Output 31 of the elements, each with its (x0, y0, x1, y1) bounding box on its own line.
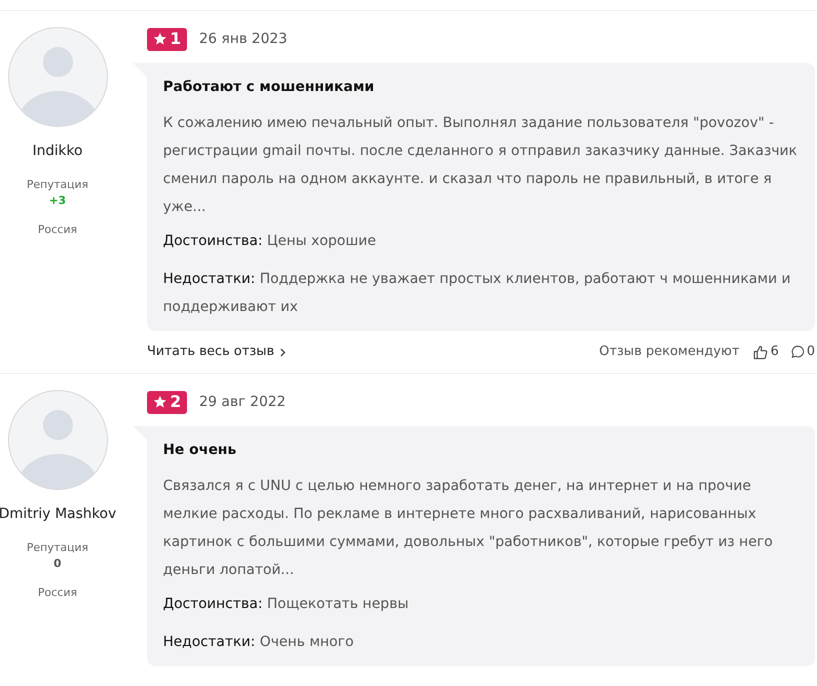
author-name: Indikko (32, 142, 83, 161)
avatar-icon (8, 27, 108, 127)
comments-button[interactable]: 0 (790, 342, 815, 362)
reputation-value: 0 (54, 556, 62, 570)
review-date: 26 янв 2023 (199, 30, 288, 48)
like-button[interactable]: 6 (753, 342, 779, 362)
comment-icon (790, 345, 805, 359)
review-title: Работают с мошенниками (163, 78, 376, 97)
review-text: К сожалению имею печальный опыт. Выполнял задание пользователя "povozov" - регистрации gmail почты. после сделанного я отправил заказчику данные. Заказчик сменил пароль на одном аккаунте. и сказал что пароль не правильный, в итоге я уже... (163, 114, 798, 217)
avatar-icon (8, 390, 108, 490)
thumbs-up-icon (753, 344, 768, 360)
cons-text: Недостатки: Поддержка не уважает простых клиентов, работают ч мошенниками и поддерживают их (163, 270, 792, 317)
reputation-value: +3 (49, 194, 66, 208)
country-label: Россия (38, 222, 78, 238)
recommend-label: Отзыв рекомендуют (599, 343, 740, 362)
pros-text: Достоинства: Цены хорошие (163, 232, 377, 251)
review-text: Связался я с UNU с целью немного заработать денег, на интернет и на прочие мелкие расходы. По рекламе в интернете много расхваливаний, нарисованных картинок с большими суммами, довольных "работников", которые гребут из него деньги лопатой... (163, 477, 774, 580)
country-label: Россия (38, 584, 78, 600)
read-more-link[interactable]: Читать весь отзыв (147, 342, 286, 362)
pros-text: Достоинства: Пощекотать нервы (163, 595, 410, 614)
reputation-label: Репутация (26, 540, 88, 556)
star-icon (153, 395, 167, 409)
chevron-right-icon (280, 348, 286, 356)
review-title: Не очень (163, 441, 238, 460)
review-date: 29 авг 2022 (199, 392, 286, 412)
rating-badge: 1 (147, 28, 188, 50)
reputation-label: Репутация (26, 177, 88, 193)
star-icon (153, 32, 167, 46)
author-name: Dmitriy Mashkov (0, 505, 116, 524)
rating-badge: 2 (147, 390, 188, 414)
cons-text: Недостатки: Очень много (163, 633, 355, 652)
